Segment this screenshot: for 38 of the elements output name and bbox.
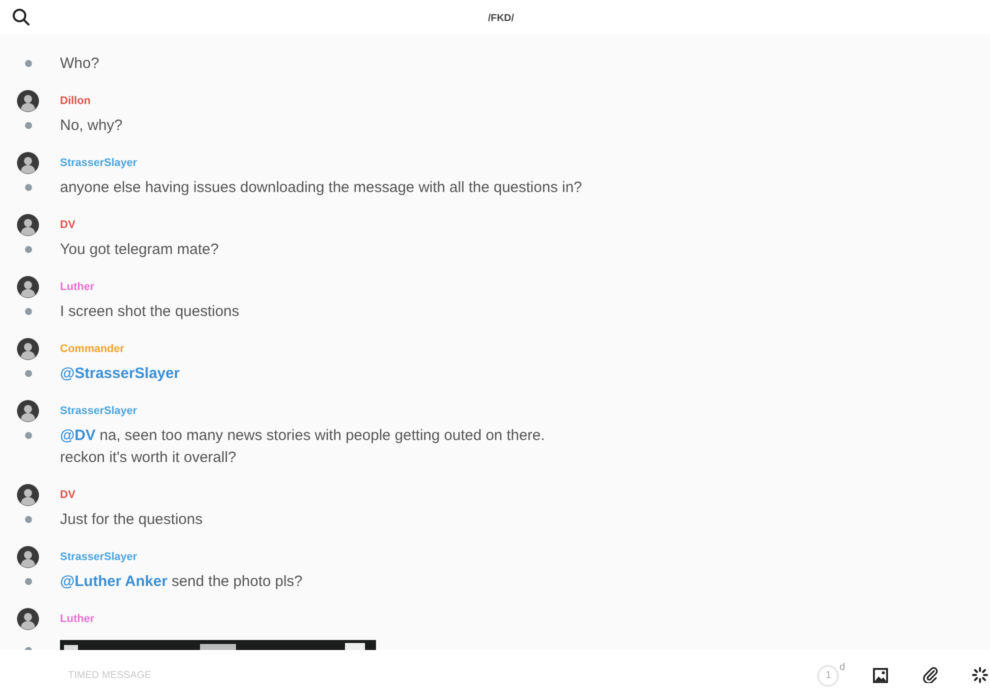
search-icon xyxy=(12,8,30,26)
message-text: No, why? xyxy=(60,116,124,136)
avatar-icon xyxy=(17,546,39,568)
mention-link[interactable]: @DV xyxy=(60,426,96,444)
author-name: Luther xyxy=(60,280,94,295)
author-name: StrasserSlayer xyxy=(60,550,138,565)
chat-title: /FKD/ xyxy=(486,12,516,26)
avatar-icon xyxy=(17,152,39,174)
sparkle-icon xyxy=(972,667,988,683)
avatar-icon xyxy=(17,276,39,298)
image-icon xyxy=(873,668,888,682)
message-text: @DV na, seen too many news stories with people getting outed on there. reckon it's worth it overall? xyxy=(60,426,546,468)
message-text: I screen shot the questions xyxy=(60,302,240,322)
author-name: DV xyxy=(60,218,76,233)
avatar-icon xyxy=(17,338,39,360)
mention-link[interactable]: @Luther Anker xyxy=(60,572,168,590)
author-name: StrasserSlayer xyxy=(60,156,138,171)
author-name: Dillon xyxy=(60,94,91,109)
image-button[interactable] xyxy=(873,668,888,682)
attach-button[interactable] xyxy=(922,667,938,683)
avatar-icon xyxy=(17,400,39,422)
message-text: Who? xyxy=(60,54,100,74)
avatar-icon xyxy=(17,608,39,630)
author-name: Luther xyxy=(60,612,94,627)
avatar-icon xyxy=(17,90,39,112)
author-name: StrasserSlayer xyxy=(60,404,138,419)
avatar-icon xyxy=(17,484,39,506)
message-text: anyone else having issues downloading the message with all the questions in? xyxy=(60,178,584,198)
author-name: Commander xyxy=(60,342,124,357)
mention-link[interactable]: @StrasserSlayer xyxy=(60,364,180,382)
paperclip-icon xyxy=(922,667,938,683)
search-button[interactable] xyxy=(12,8,30,26)
message-text: You got telegram mate? xyxy=(60,240,220,260)
message-text: @Luther Anker send the photo pls? xyxy=(60,572,304,592)
avatar-icon xyxy=(17,214,39,236)
sticker-button[interactable] xyxy=(972,667,988,683)
author-name: DV xyxy=(60,488,76,503)
message-text: Just for the questions xyxy=(60,510,204,530)
